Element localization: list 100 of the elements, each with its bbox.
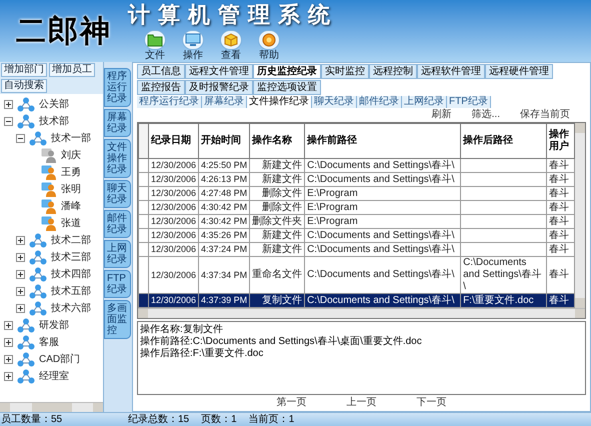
- sidebar-button[interactable]: 自动搜索: [1, 79, 47, 93]
- sidebar-button[interactable]: 增加员工: [49, 63, 95, 77]
- table-row[interactable]: 12/30/2006 4:27:48 PM 删除文件 E:\Program 春斗: [138, 186, 574, 200]
- table-row[interactable]: 12/30/2006 4:26:13 PM 新建文件 C:\Documents and Settings\春斗\ 春斗: [138, 172, 574, 186]
- collapse-icon[interactable]: [16, 134, 25, 143]
- tree-item[interactable]: 技术一部: [51, 131, 91, 146]
- table-row[interactable]: 12/30/2006 4:37:24 PM 新建文件 C:\Documents and Settings\春斗\ 春斗: [138, 242, 574, 256]
- table-cell: 春斗: [549, 269, 569, 280]
- side-tab[interactable]: FTP纪录: [104, 270, 131, 298]
- tree-item[interactable]: 研发部: [39, 318, 69, 333]
- pager-link[interactable]: 下一页: [416, 397, 446, 409]
- table-cell: C:\Documents and Settings\春斗\: [307, 174, 454, 184]
- pager-link[interactable]: 第一页: [276, 397, 306, 409]
- table-row[interactable]: 12/30/2006 4:30:42 PM 删除文件 E:\Program 春斗: [138, 200, 574, 214]
- expand-icon[interactable]: [16, 253, 25, 262]
- table-row[interactable]: 12/30/2006 4:35:26 PM 新建文件 C:\Documents and Settings\春斗\ 春斗: [138, 228, 574, 242]
- subtab[interactable]: 程序运行纪录: [137, 96, 202, 108]
- subtab[interactable]: 上网纪录: [402, 96, 447, 108]
- tree-item[interactable]: 技术六部: [51, 301, 91, 316]
- tree-item[interactable]: 经理室: [39, 369, 69, 384]
- expand-icon[interactable]: [16, 236, 25, 245]
- expand-icon[interactable]: [16, 270, 25, 279]
- side-tab[interactable]: 邮件纪录: [104, 210, 131, 238]
- tab[interactable]: 及时报警纪录: [185, 80, 253, 95]
- tree-item[interactable]: 技术五部: [51, 284, 91, 299]
- table-row[interactable]: 12/30/2006 4:25:50 PM 新建文件 C:\Documents and Settings\春斗\ 春斗: [138, 158, 574, 172]
- tree-item[interactable]: 技术三部: [51, 250, 91, 265]
- action-link[interactable]: 保存当前页: [520, 109, 570, 121]
- horizontal-scrollbar[interactable]: [138, 308, 585, 318]
- expand-icon[interactable]: [4, 355, 13, 364]
- table-cell: 春斗: [549, 160, 569, 170]
- tree-item[interactable]: 张明: [61, 182, 81, 197]
- vertical-scrollbar[interactable]: [575, 123, 585, 308]
- table-cell: 新建文件: [262, 160, 302, 170]
- table-cell: 4:30:42 PM: [201, 202, 248, 212]
- tree-item[interactable]: 刘庆: [61, 148, 81, 163]
- side-tab[interactable]: 聊天纪录: [104, 180, 131, 208]
- tree-item[interactable]: 客服: [39, 335, 59, 350]
- collapse-icon[interactable]: [4, 117, 13, 126]
- tree-item[interactable]: 王勇: [61, 165, 81, 180]
- expand-icon[interactable]: [16, 287, 25, 296]
- table-cell: C:\Documents and Settings\春斗\: [307, 160, 454, 170]
- expand-icon[interactable]: [16, 304, 25, 313]
- status-text: 纪录总数：15: [128, 414, 190, 426]
- subtab[interactable]: 聊天纪录: [312, 96, 357, 108]
- sidebar-button[interactable]: 增加部门: [1, 63, 47, 77]
- tab[interactable]: 远程软件管理: [417, 64, 485, 79]
- table-cell: 12/30/2006: [151, 230, 196, 240]
- pager-link[interactable]: 上一页: [346, 397, 376, 409]
- expand-icon[interactable]: [4, 100, 13, 109]
- expand-icon[interactable]: [4, 372, 13, 381]
- subtab[interactable]: FTP纪录: [447, 96, 491, 108]
- side-tab[interactable]: 上网纪录: [104, 240, 131, 268]
- tab[interactable]: 远程文件管理: [185, 64, 253, 79]
- subtab[interactable]: 邮件纪录: [357, 96, 402, 108]
- network-icon: [17, 114, 35, 129]
- expand-icon[interactable]: [4, 338, 13, 347]
- network-icon: [29, 267, 47, 282]
- table-row[interactable]: 12/30/2006 4:30:42 PM 删除文件夹 E:\Program 春斗: [138, 214, 574, 228]
- side-tab[interactable]: 程序运行纪录: [104, 68, 131, 107]
- network-icon: [29, 301, 47, 316]
- tab[interactable]: 员工信息: [137, 64, 185, 79]
- status-text: 当前页：1: [248, 414, 294, 426]
- tab[interactable]: 实时监控: [321, 64, 369, 79]
- tree-item[interactable]: 技术部: [39, 114, 69, 129]
- app-title: 计算机管理系统: [128, 1, 339, 30]
- side-tab[interactable]: 多画面监控: [104, 300, 131, 339]
- horizontal-scrollbar[interactable]: [0, 402, 103, 412]
- table-cell: 12/30/2006: [151, 202, 196, 212]
- detail-line: 操作后路径:F:\重要文件.doc: [140, 348, 264, 360]
- table-cell: 12/30/2006: [151, 188, 196, 198]
- table-row[interactable]: 12/30/2006 4:37:34 PM 重命名文件 C:\Documents and Settings\春斗\ C:\Documents and Settings\春斗\ 春斗: [138, 256, 574, 294]
- column-header[interactable]: 操作前路径: [304, 124, 461, 158]
- tab[interactable]: 历史监控纪录: [253, 64, 321, 79]
- table-cell: 4:25:50 PM: [201, 160, 248, 170]
- subtab[interactable]: 文件操作纪录: [247, 96, 312, 108]
- side-tab[interactable]: 文件操作纪录: [104, 139, 131, 178]
- table-row[interactable]: 12/30/2006 4:37:39 PM 复制文件 C:\Documents and Settings\春斗\ F:\重要文件.doc 春斗: [138, 294, 574, 308]
- help-icon: [261, 33, 277, 47]
- expand-icon[interactable]: [4, 321, 13, 330]
- table-cell: 4:30:42 PM: [201, 216, 248, 226]
- tree-item[interactable]: 技术二部: [51, 233, 91, 248]
- detail-line: 操作前路径:C:\Documents and Settings\春斗\桌面\重要文件.doc: [140, 336, 423, 348]
- tree-item[interactable]: 张道: [61, 216, 81, 231]
- side-tab[interactable]: 屏幕纪录: [104, 109, 131, 137]
- subtab[interactable]: 屏幕纪录: [202, 96, 247, 108]
- tab[interactable]: 远程硬件管理: [485, 64, 553, 79]
- table-cell: 12/30/2006: [151, 244, 196, 254]
- tree-item[interactable]: 公关部: [39, 97, 69, 112]
- table-cell: 新建文件: [262, 230, 302, 240]
- tab[interactable]: 监控报告: [137, 80, 185, 95]
- table-cell: 重命名文件: [252, 269, 302, 280]
- action-link[interactable]: 筛选...: [472, 109, 500, 121]
- tab[interactable]: 远程控制: [369, 64, 417, 79]
- tree-item[interactable]: 潘峰: [61, 199, 81, 214]
- tree-item[interactable]: CAD部门: [39, 352, 80, 367]
- action-link[interactable]: 刷新: [432, 109, 452, 121]
- table-cell: 复制文件: [262, 294, 302, 306]
- tab[interactable]: 监控选项设置: [253, 80, 321, 95]
- tree-item[interactable]: 技术四部: [51, 267, 91, 282]
